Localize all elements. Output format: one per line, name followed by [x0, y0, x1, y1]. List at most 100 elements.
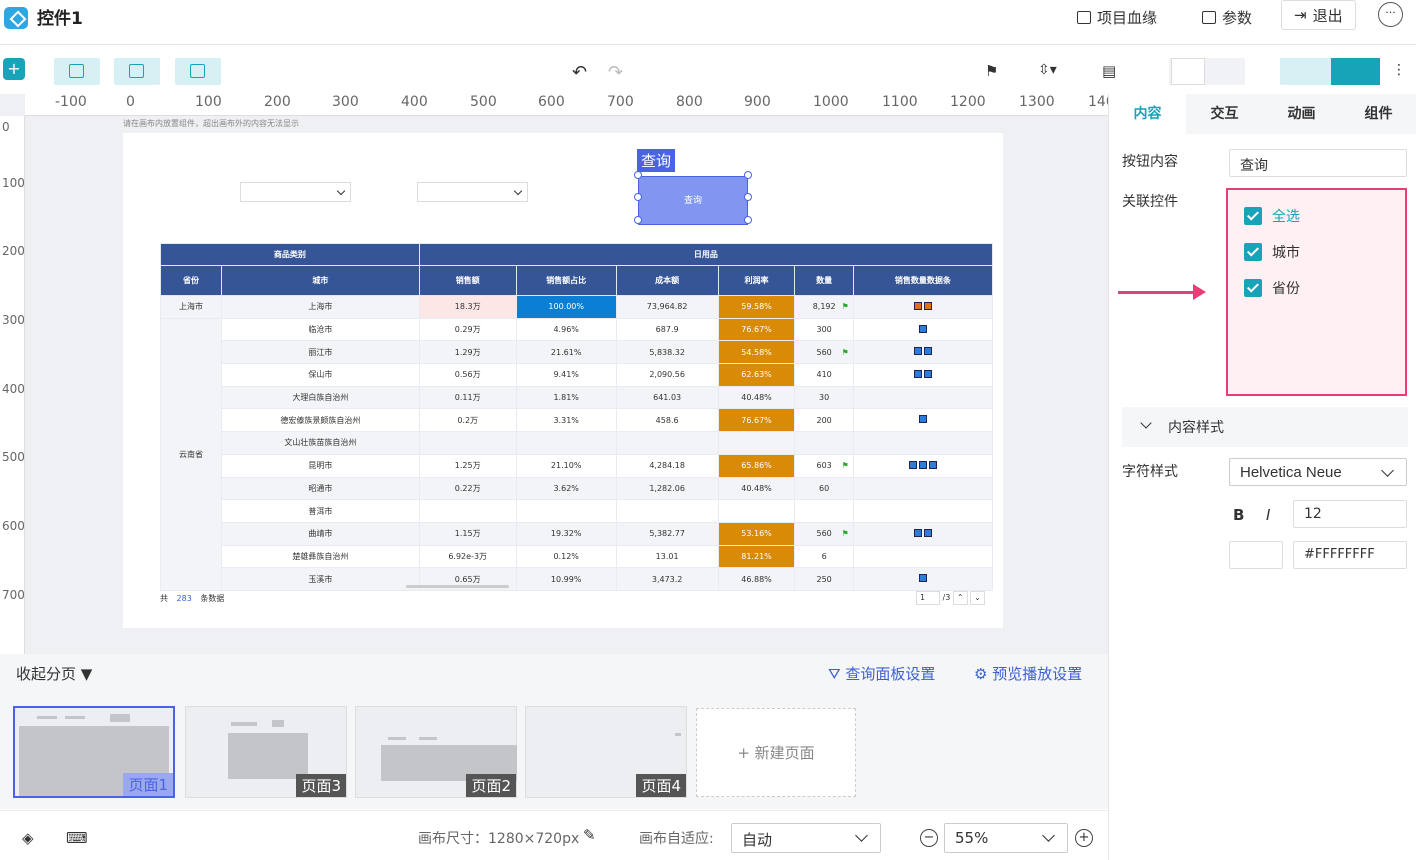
resize-handle[interactable] — [634, 193, 642, 201]
button-content-input[interactable]: 查询 — [1229, 149, 1407, 177]
resize-handle[interactable] — [744, 193, 752, 201]
tab-interaction[interactable]: 交互 — [1186, 94, 1263, 134]
tab-animation[interactable]: 动画 — [1263, 94, 1340, 134]
city-cell: 普洱市 — [221, 499, 420, 523]
resize-handle[interactable] — [634, 216, 642, 224]
query-button[interactable]: 查询 — [638, 176, 748, 225]
page-label: 页面4 — [636, 774, 686, 797]
resize-handle[interactable] — [744, 216, 752, 224]
tab-content[interactable]: 内容 — [1109, 94, 1186, 134]
desktop-icon[interactable] — [1171, 58, 1205, 85]
zoom-out-icon[interactable]: − — [920, 829, 938, 847]
page-thumbnail[interactable]: 页面4 — [525, 706, 687, 798]
add-table-button[interactable] — [175, 58, 221, 85]
cost-cell: 4,284.18 — [615, 453, 719, 478]
query-settings-label: 查询面板设置 — [845, 665, 936, 683]
page-thumbnail[interactable]: 页面1 — [13, 706, 175, 798]
italic-button[interactable]: I — [1266, 506, 1270, 524]
horizontal-ruler: -100 0 100 200 300 400 500 600 700 800 9… — [25, 94, 1108, 116]
resize-handle[interactable] — [744, 171, 752, 179]
city-cell: 丽江市 — [221, 340, 420, 365]
table-row: 昭通市 0.22万 3.62% 1,282.06 40.48% 60 — [161, 476, 994, 501]
province-dropdown[interactable] — [240, 182, 351, 202]
page-up-icon[interactable]: ⌃ — [952, 591, 968, 605]
undo-icon[interactable]: ↶ — [572, 62, 587, 83]
ruler-label: -100 — [55, 94, 87, 110]
ruler-label: 600 — [2, 519, 25, 533]
cost-cell — [615, 431, 719, 455]
ruler-label: 400 — [2, 382, 25, 396]
exit-icon: ⇥ — [1294, 6, 1307, 24]
data-bar-cell — [852, 476, 994, 501]
zoom-select[interactable]: 55% — [944, 823, 1068, 853]
save-icon[interactable] — [1331, 58, 1380, 85]
mobile-icon[interactable] — [1207, 58, 1241, 85]
table-scrollbar[interactable] — [406, 585, 509, 588]
qty-cell — [794, 431, 854, 455]
lineage-button[interactable]: 项目血缘 — [1077, 5, 1157, 29]
exit-label: 退出 — [1312, 6, 1343, 25]
adapt-select[interactable]: 自动 — [731, 823, 881, 853]
add-chart-button[interactable] — [54, 58, 100, 85]
color-swatch[interactable] — [1229, 541, 1283, 569]
share-cell — [515, 499, 617, 523]
page-input[interactable]: 1 — [916, 591, 940, 605]
ruler-label: 400 — [401, 94, 428, 110]
collapse-pages-button[interactable]: 收起分页 ▼ — [16, 663, 92, 684]
flag-tool-icon[interactable]: ⚑ — [985, 62, 998, 80]
share-cell: 4.96% — [515, 317, 617, 342]
preview-settings-link[interactable]: ⚙ 预览播放设置 — [974, 663, 1082, 684]
new-page-button[interactable]: + 新建页面 — [696, 708, 856, 797]
resize-handle[interactable] — [634, 171, 642, 179]
cost-cell: 13.01 — [615, 544, 719, 569]
add-component-icon[interactable]: + — [3, 58, 25, 80]
kebab-menu-icon[interactable]: ⋮ — [1392, 62, 1406, 78]
edit-icon[interactable]: ✎ — [583, 826, 596, 844]
font-select[interactable]: Helvetica Neue — [1229, 458, 1407, 486]
city-cell: 楚雄彝族自治州 — [221, 544, 420, 569]
data-bar-cell — [852, 363, 994, 387]
data-bar-cell — [852, 521, 994, 546]
exit-button[interactable]: ⇥ 退出 — [1281, 0, 1356, 30]
more-options-icon[interactable]: ··· — [1378, 2, 1403, 27]
app-logo-icon — [4, 7, 28, 29]
tab-component[interactable]: 组件 — [1340, 94, 1416, 134]
preview-icon[interactable] — [1280, 58, 1330, 85]
redo-icon[interactable]: ↷ — [608, 62, 623, 83]
caret-down-icon: ▼ — [80, 665, 93, 683]
share-cell: 21.10% — [515, 453, 617, 478]
keyboard-icon[interactable]: ⌨ — [66, 829, 88, 847]
page-down-icon[interactable]: ⌄ — [970, 591, 985, 605]
ruler-label: 800 — [676, 94, 703, 110]
font-size-input[interactable]: 12 — [1293, 500, 1407, 528]
sales-cell: 1.29万 — [418, 340, 517, 365]
align-icon[interactable]: ⇳▾ — [1038, 62, 1057, 78]
margin-cell: 76.67% — [717, 408, 796, 433]
data-bar-cell — [852, 453, 994, 478]
zoom-in-icon[interactable]: + — [1075, 829, 1093, 847]
chart-icon — [69, 64, 84, 78]
query-panel-settings-link[interactable]: ⛛ 查询面板设置 — [828, 663, 935, 684]
page-thumbnail[interactable]: 页面3 — [185, 706, 347, 798]
city-cell: 玉溪市 — [221, 567, 420, 591]
margin-cell: 40.48% — [717, 385, 796, 410]
page-thumbnail[interactable]: 页面2 — [355, 706, 517, 798]
table-row: 云南省 临沧市 0.29万 4.96% 687.9 76.67% 300 — [159, 317, 994, 591]
checkbox-city[interactable]: 城市 — [1244, 242, 1300, 262]
params-button[interactable]: 参数 — [1202, 5, 1252, 29]
checkbox-province[interactable]: 省份 — [1244, 278, 1300, 298]
ruler-label: 600 — [538, 94, 565, 110]
data-bar-cell — [852, 431, 994, 455]
column-header: 销售数量数据条 — [852, 265, 994, 296]
content-style-section[interactable]: 内容样式 — [1122, 407, 1408, 447]
bold-button[interactable]: B — [1233, 506, 1244, 524]
layers-icon[interactable]: ◈ — [22, 829, 34, 847]
layout-icon[interactable]: ▤ — [1102, 62, 1116, 80]
params-icon — [1202, 10, 1216, 24]
margin-cell: 62.63% — [717, 363, 796, 387]
checkbox-select-all[interactable]: 全选 — [1244, 206, 1300, 226]
color-hex-input[interactable]: #FFFFFFFF — [1293, 541, 1407, 569]
thumb-content — [37, 716, 57, 719]
add-filter-button[interactable] — [114, 58, 160, 85]
city-dropdown[interactable] — [417, 182, 528, 202]
